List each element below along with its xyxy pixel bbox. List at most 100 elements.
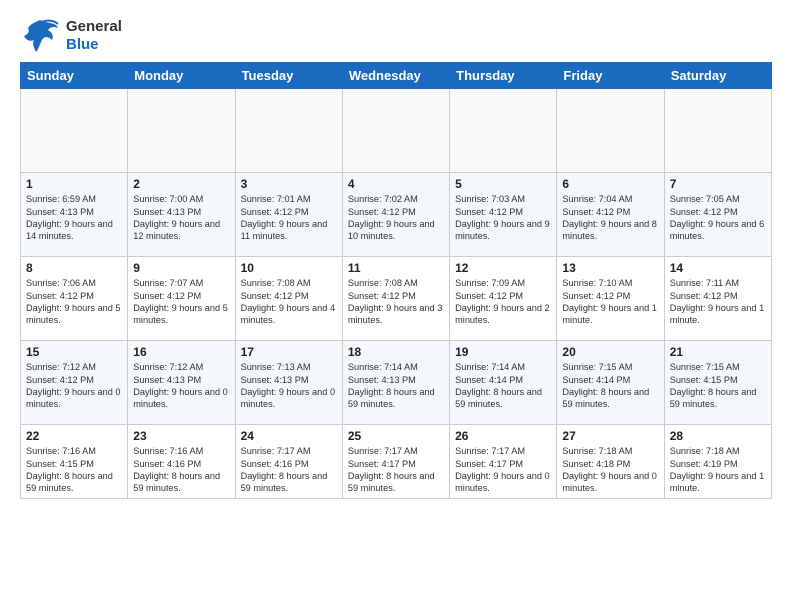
sunset-label: Sunset: 4:13 PM: [348, 375, 416, 385]
daylight-label: Daylight: 9 hours and 14 minutes.: [26, 219, 113, 241]
table-row: 24Sunrise: 7:17 AMSunset: 4:16 PMDayligh…: [235, 425, 342, 499]
header: General Blue: [20, 18, 772, 54]
sunset-label: Sunset: 4:12 PM: [26, 375, 94, 385]
day-number: 13: [562, 260, 658, 276]
table-row: 1Sunrise: 6:59 AMSunset: 4:13 PMDaylight…: [21, 173, 128, 257]
sunset-label: Sunset: 4:12 PM: [670, 207, 738, 217]
sunrise-label: Sunrise: 7:16 AM: [26, 446, 96, 456]
daylight-label: Daylight: 8 hours and 59 minutes.: [348, 387, 435, 409]
sunrise-label: Sunrise: 7:16 AM: [133, 446, 203, 456]
table-row: 15Sunrise: 7:12 AMSunset: 4:12 PMDayligh…: [21, 341, 128, 425]
col-tuesday: Tuesday: [235, 63, 342, 89]
day-number: 14: [670, 260, 766, 276]
table-row: 28Sunrise: 7:18 AMSunset: 4:19 PMDayligh…: [664, 425, 771, 499]
sunset-label: Sunset: 4:19 PM: [670, 459, 738, 469]
table-row: 3Sunrise: 7:01 AMSunset: 4:12 PMDaylight…: [235, 173, 342, 257]
day-number: 16: [133, 344, 229, 360]
col-wednesday: Wednesday: [342, 63, 449, 89]
sunrise-label: Sunrise: 7:17 AM: [241, 446, 311, 456]
table-row: 18 Sunrise: 7:14 AM Sunset: 4:13 PM Dayligh…: [342, 341, 449, 425]
sunrise-label: Sunrise: 7:03 AM: [455, 194, 525, 204]
sunset-label: Sunset: 4:16 PM: [133, 459, 201, 469]
table-row: [664, 89, 771, 173]
sunset-label: Sunset: 4:12 PM: [348, 207, 416, 217]
sunset-label: Sunset: 4:12 PM: [133, 291, 201, 301]
table-row: 5Sunrise: 7:03 AMSunset: 4:12 PMDaylight…: [450, 173, 557, 257]
daylight-label: Daylight: 8 hours and 59 minutes.: [133, 471, 220, 493]
sunset-label: Sunset: 4:15 PM: [26, 459, 94, 469]
day-number: 12: [455, 260, 551, 276]
page: General Blue Sunday Monday Tuesday Wedne…: [0, 0, 792, 612]
daylight-label: Daylight: 9 hours and 12 minutes.: [133, 219, 220, 241]
daylight-label: Daylight: 9 hours and 3 minutes.: [348, 303, 443, 325]
logo: General Blue: [20, 18, 122, 54]
sunset-label: Sunset: 4:12 PM: [455, 291, 523, 301]
sunrise-label: Sunrise: 7:05 AM: [670, 194, 740, 204]
table-row: [235, 89, 342, 173]
day-number: 4: [348, 176, 444, 192]
sunrise-label: Sunrise: 7:14 AM: [455, 362, 525, 372]
sunrise-label: Sunrise: 7:17 AM: [348, 446, 418, 456]
daylight-label: Daylight: 9 hours and 2 minutes.: [455, 303, 550, 325]
day-number: 1: [26, 176, 122, 192]
col-sunday: Sunday: [21, 63, 128, 89]
sunrise-label: Sunrise: 7:14 AM: [348, 362, 418, 372]
day-number: 17: [241, 344, 337, 360]
day-number: 18: [348, 344, 444, 360]
sunset-label: Sunset: 4:12 PM: [241, 291, 309, 301]
day-number: 6: [562, 176, 658, 192]
daylight-label: Daylight: 9 hours and 10 minutes.: [348, 219, 435, 241]
table-row: 13Sunrise: 7:10 AMSunset: 4:12 PMDayligh…: [557, 257, 664, 341]
daylight-label: Daylight: 9 hours and 0 minutes.: [241, 387, 336, 409]
sunrise-label: Sunrise: 7:12 AM: [133, 362, 203, 372]
col-thursday: Thursday: [450, 63, 557, 89]
table-row: 4Sunrise: 7:02 AMSunset: 4:12 PMDaylight…: [342, 173, 449, 257]
table-row: 27Sunrise: 7:18 AMSunset: 4:18 PMDayligh…: [557, 425, 664, 499]
daylight-label: Daylight: 8 hours and 59 minutes.: [348, 471, 435, 493]
sunrise-label: Sunrise: 7:01 AM: [241, 194, 311, 204]
table-row: 12Sunrise: 7:09 AMSunset: 4:12 PMDayligh…: [450, 257, 557, 341]
table-row: [450, 89, 557, 173]
table-row: 10Sunrise: 7:08 AMSunset: 4:12 PMDayligh…: [235, 257, 342, 341]
sunrise-label: Sunrise: 7:17 AM: [455, 446, 525, 456]
sunrise-label: Sunrise: 7:15 AM: [562, 362, 632, 372]
day-number: 8: [26, 260, 122, 276]
daylight-label: Daylight: 9 hours and 1 minute.: [670, 303, 765, 325]
sunrise-label: Sunrise: 7:15 AM: [670, 362, 740, 372]
day-number: 27: [562, 428, 658, 444]
table-row: 16Sunrise: 7:12 AMSunset: 4:13 PMDayligh…: [128, 341, 235, 425]
table-row: 7Sunrise: 7:05 AMSunset: 4:12 PMDaylight…: [664, 173, 771, 257]
daylight-label: Daylight: 9 hours and 1 minute.: [670, 471, 765, 493]
daylight-label: Daylight: 8 hours and 59 minutes.: [562, 387, 649, 409]
day-number: 15: [26, 344, 122, 360]
sunset-label: Sunset: 4:12 PM: [562, 291, 630, 301]
day-number: 7: [670, 176, 766, 192]
day-number: 22: [26, 428, 122, 444]
daylight-label: Daylight: 9 hours and 0 minutes.: [455, 471, 550, 493]
day-number: 10: [241, 260, 337, 276]
day-number: 19: [455, 344, 551, 360]
col-saturday: Saturday: [664, 63, 771, 89]
col-monday: Monday: [128, 63, 235, 89]
table-row: 23Sunrise: 7:16 AMSunset: 4:16 PMDayligh…: [128, 425, 235, 499]
sunrise-label: Sunrise: 7:12 AM: [26, 362, 96, 372]
day-number: 2: [133, 176, 229, 192]
table-row: 21Sunrise: 7:15 AMSunset: 4:15 PMDayligh…: [664, 341, 771, 425]
table-row: 20 Sunrise: 7:15 AM Sunset: 4:14 PM Dayligh…: [557, 341, 664, 425]
daylight-label: Daylight: 9 hours and 0 minutes.: [133, 387, 228, 409]
sunset-label: Sunset: 4:12 PM: [26, 291, 94, 301]
logo-general-text: General: [66, 18, 122, 35]
sunset-label: Sunset: 4:13 PM: [26, 207, 94, 217]
daylight-label: Daylight: 9 hours and 8 minutes.: [562, 219, 657, 241]
day-number: 20: [562, 344, 658, 360]
sunset-label: Sunset: 4:12 PM: [348, 291, 416, 301]
table-row: [557, 89, 664, 173]
table-row: 19Sunrise: 7:14 AMSunset: 4:14 PMDayligh…: [450, 341, 557, 425]
table-row: [21, 89, 128, 173]
sunset-label: Sunset: 4:14 PM: [562, 375, 630, 385]
sunset-label: Sunset: 4:12 PM: [455, 207, 523, 217]
sunset-label: Sunset: 4:17 PM: [455, 459, 523, 469]
table-row: 8Sunrise: 7:06 AMSunset: 4:12 PMDaylight…: [21, 257, 128, 341]
table-row: 6Sunrise: 7:04 AMSunset: 4:12 PMDaylight…: [557, 173, 664, 257]
sunrise-label: Sunrise: 7:13 AM: [241, 362, 311, 372]
